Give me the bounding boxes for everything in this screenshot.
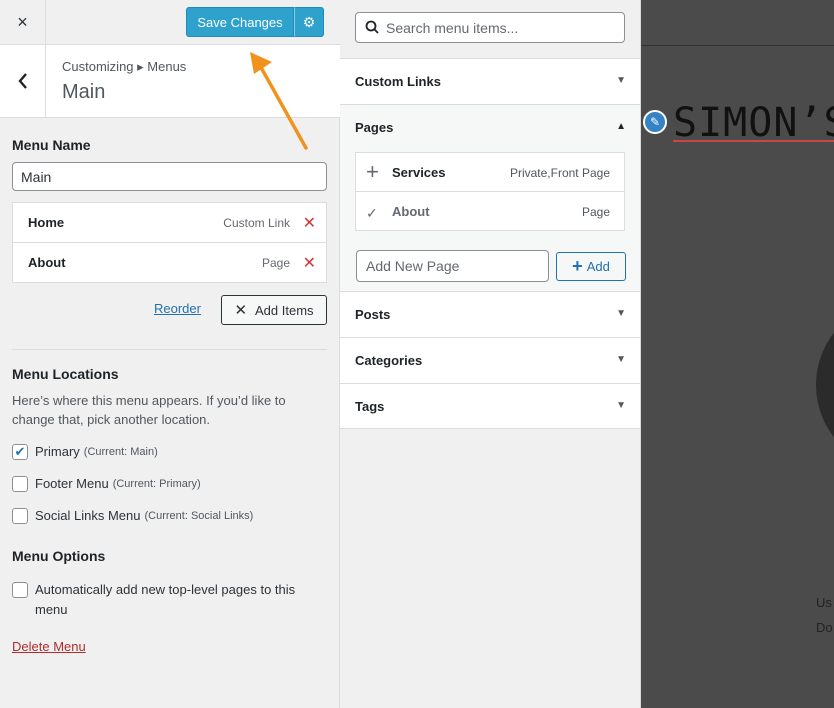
delete-menu-link[interactable]: Delete Menu <box>12 639 86 654</box>
preview-image <box>816 300 834 470</box>
menu-options-title: Menu Options <box>12 548 106 564</box>
back-chevron-icon[interactable] <box>0 45 46 117</box>
checkbox[interactable] <box>12 508 28 524</box>
menu-locations-description: Here’s where this menu appears. If you’d… <box>12 393 286 427</box>
section-tags[interactable]: Tags ▼ <box>340 383 640 429</box>
section-label: Custom Links <box>355 74 441 89</box>
page-item-about[interactable]: ✓ About Page <box>355 191 625 231</box>
search-placeholder: Search menu items... <box>386 19 519 36</box>
divider <box>12 349 327 350</box>
page-title: Main <box>62 81 106 103</box>
checkbox-checked[interactable]: ✔ <box>12 444 28 460</box>
menu-item-type: Custom Link <box>223 216 290 230</box>
site-title-underline <box>673 140 834 142</box>
add-page-label: Add <box>586 259 610 274</box>
section-categories[interactable]: Categories ▼ <box>340 337 640 383</box>
page-item-type: Private,Front Page <box>509 166 610 180</box>
menu-item-about[interactable]: About Page ✕ <box>12 242 327 283</box>
site-preview: ✎ SIMON’S Us am ali Do <box>641 0 834 708</box>
page-item-services[interactable]: + Services Private,Front Page <box>355 152 625 192</box>
plus-icon[interactable]: + <box>366 161 379 183</box>
add-items-label: Add Items <box>255 302 314 318</box>
gear-icon[interactable]: ⚙ <box>294 7 324 37</box>
caret-down-icon: ▼ <box>616 75 626 86</box>
section-label: Tags <box>355 399 385 414</box>
menu-locations-title: Menu Locations <box>12 366 119 382</box>
menu-item-title: Home <box>28 215 65 230</box>
add-new-page-placeholder: Add New Page <box>366 258 460 274</box>
preview-text: Us am ali Do <box>816 595 834 635</box>
section-label: Pages <box>355 120 394 135</box>
checkbox[interactable] <box>12 582 28 598</box>
checkbox[interactable] <box>12 476 28 492</box>
caret-down-icon: ▼ <box>616 400 626 411</box>
section-posts[interactable]: Posts ▼ <box>340 291 640 337</box>
section-header: Customizing ▸ Menus Main <box>0 45 340 118</box>
location-label: Primary <box>35 444 80 459</box>
page-item-name: About <box>392 204 430 219</box>
menu-item-type: Page <box>261 256 290 270</box>
search-input[interactable]: Search menu items... <box>355 12 625 43</box>
location-footer[interactable]: Footer Menu (Current: Primary) <box>12 476 201 492</box>
close-icon: ✕ <box>234 302 248 319</box>
location-primary[interactable]: ✔ Primary (Current: Main) <box>12 444 158 460</box>
auto-add-label: Automatically add new top-level pages to… <box>35 582 296 617</box>
menu-name-label: Menu Name <box>12 137 91 153</box>
remove-icon[interactable]: ✕ <box>303 213 316 233</box>
preview-header-line <box>641 45 834 46</box>
caret-up-icon: ▲ <box>616 121 626 132</box>
reorder-link[interactable]: Reorder <box>154 301 201 316</box>
available-menu-items-panel: Search menu items... Custom Links ▼ Page… <box>340 0 641 708</box>
menu-item-title: About <box>28 255 66 270</box>
page-item-type: Page <box>581 205 610 219</box>
pencil-icon[interactable]: ✎ <box>643 110 667 134</box>
caret-down-icon: ▼ <box>616 308 626 319</box>
location-current: (Current: Main) <box>83 446 158 458</box>
location-current: (Current: Social Links) <box>144 510 254 522</box>
remove-icon[interactable]: ✕ <box>303 253 316 273</box>
close-icon[interactable]: × <box>0 0 46 45</box>
add-items-button[interactable]: ✕ Add Items <box>221 295 327 325</box>
location-label: Social Links Menu <box>35 508 141 523</box>
location-social[interactable]: Social Links Menu (Current: Social Links… <box>12 508 253 524</box>
location-label: Footer Menu <box>35 476 109 491</box>
section-label: Posts <box>355 307 391 322</box>
location-current: (Current: Primary) <box>112 478 201 490</box>
breadcrumb: Customizing ▸ Menus <box>62 59 187 74</box>
menu-name-input[interactable] <box>12 162 327 191</box>
menu-item-home[interactable]: Home Custom Link ✕ <box>12 202 327 243</box>
customizer-sidebar: × Save Changes ⚙ Customizing ▸ Menus Mai… <box>0 0 340 708</box>
auto-add-option[interactable]: Automatically add new top-level pages to… <box>12 580 322 620</box>
customizer-topbar: × Save Changes ⚙ <box>0 0 340 45</box>
add-new-page-input[interactable]: Add New Page <box>356 250 549 282</box>
add-page-button[interactable]: + Add <box>556 252 626 281</box>
section-custom-links[interactable]: Custom Links ▼ <box>340 58 640 104</box>
save-changes-button[interactable]: Save Changes <box>186 7 294 37</box>
search-icon <box>365 20 379 34</box>
caret-down-icon: ▼ <box>616 354 626 365</box>
page-item-name: Services <box>392 165 446 180</box>
section-label: Categories <box>355 353 423 368</box>
checkmark-icon: ✓ <box>366 205 378 221</box>
plus-icon: + <box>572 256 583 276</box>
